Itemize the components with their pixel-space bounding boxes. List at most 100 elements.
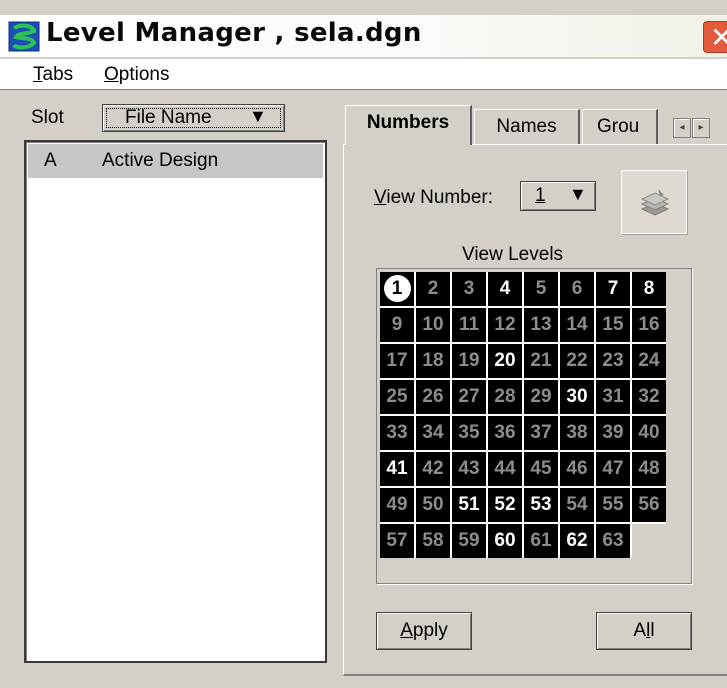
level-cell-22[interactable]: 22 [560, 344, 594, 378]
close-button[interactable]: ✕ [703, 21, 727, 54]
level-cell-60[interactable]: 60 [488, 524, 522, 558]
level-cell-47[interactable]: 47 [596, 452, 630, 486]
level-cell-40[interactable]: 40 [632, 416, 666, 450]
view-number-mnemonic: V [374, 187, 387, 208]
level-cell-27[interactable]: 27 [452, 380, 486, 414]
level-cell-5[interactable]: 5 [524, 272, 558, 306]
tab-scroll-right-button[interactable]: ▸ [692, 118, 710, 138]
chevron-down-icon: ▼ [249, 106, 267, 126]
level-cell-8[interactable]: 8 [632, 272, 666, 306]
menu-tabs[interactable]: Tabs [33, 64, 73, 86]
view-levels-grid: 1 2 3 4 5 6 7 8 9 10 11 12 13 14 15 16 17 18 19 20 21 22 23 24 2… [380, 272, 666, 558]
view-number-label: View Number: [374, 187, 493, 209]
apply-label: pply [412, 620, 448, 641]
level-cell-26[interactable]: 26 [416, 380, 450, 414]
level-cell-62[interactable]: 62 [560, 524, 594, 558]
level-cell-3[interactable]: 3 [452, 272, 486, 306]
level-cell-28[interactable]: 28 [488, 380, 522, 414]
level-cell-59[interactable]: 59 [452, 524, 486, 558]
menu-bar: Tabs Options [0, 59, 727, 90]
level-cell-11[interactable]: 11 [452, 308, 486, 342]
level-cell-30[interactable]: 30 [560, 380, 594, 414]
level-cell-42[interactable]: 42 [416, 452, 450, 486]
level-cell-31[interactable]: 31 [596, 380, 630, 414]
level-cell-44[interactable]: 44 [488, 452, 522, 486]
window-title: Level Manager , sela.dgn [46, 18, 422, 48]
level-cell-25[interactable]: 25 [380, 380, 414, 414]
view-number-label-text: iew Number: [386, 187, 493, 208]
level-cell-39[interactable]: 39 [596, 416, 630, 450]
level-cell-24[interactable]: 24 [632, 344, 666, 378]
level-cell-38[interactable]: 38 [560, 416, 594, 450]
file-row-active-design[interactable]: A Active Design [28, 144, 323, 178]
level-cell-12[interactable]: 12 [488, 308, 522, 342]
tab-names[interactable]: Names [474, 109, 580, 144]
level-cell-21[interactable]: 21 [524, 344, 558, 378]
level-cell-55[interactable]: 55 [596, 488, 630, 522]
level-cell-43[interactable]: 43 [452, 452, 486, 486]
slot-column-label: Slot [31, 107, 64, 128]
menu-options-mnemonic: O [104, 64, 119, 85]
chevron-down-icon: ▼ [569, 184, 587, 204]
level-cell-19[interactable]: 19 [452, 344, 486, 378]
level-cell-48[interactable]: 48 [632, 452, 666, 486]
title-bar: Level Manager , sela.dgn ✕ [0, 15, 727, 57]
file-name-column-label: File Name [125, 107, 212, 128]
all-label-rest: l [650, 620, 655, 641]
level-cell-empty [632, 524, 666, 558]
level-cell-57[interactable]: 57 [380, 524, 414, 558]
tab-scroll-left-button[interactable]: ◂ [673, 118, 691, 138]
level-cell-32[interactable]: 32 [632, 380, 666, 414]
level-cell-20[interactable]: 20 [488, 344, 522, 378]
level-cell-51[interactable]: 51 [452, 488, 486, 522]
menu-options-label: ptions [118, 64, 170, 85]
layers-icon [640, 189, 670, 216]
tab-groups[interactable]: Grou [582, 109, 658, 144]
level-cell-53[interactable]: 53 [524, 488, 558, 522]
level-cell-46[interactable]: 46 [560, 452, 594, 486]
level-cell-14[interactable]: 14 [560, 308, 594, 342]
level-cell-1[interactable]: 1 [380, 272, 414, 306]
level-display-button[interactable] [621, 170, 687, 234]
level-cell-52[interactable]: 52 [488, 488, 522, 522]
file-list[interactable]: A Active Design [24, 140, 327, 663]
apply-button[interactable]: Apply [376, 612, 472, 650]
level-cell-4[interactable]: 4 [488, 272, 522, 306]
level-cell-36[interactable]: 36 [488, 416, 522, 450]
level-cell-54[interactable]: 54 [560, 488, 594, 522]
level-cell-6[interactable]: 6 [560, 272, 594, 306]
level-cell-10[interactable]: 10 [416, 308, 450, 342]
level-cell-37[interactable]: 37 [524, 416, 558, 450]
level-cell-29[interactable]: 29 [524, 380, 558, 414]
level-cell-15[interactable]: 15 [596, 308, 630, 342]
level-cell-58[interactable]: 58 [416, 524, 450, 558]
level-cell-33[interactable]: 33 [380, 416, 414, 450]
level-cell-45[interactable]: 45 [524, 452, 558, 486]
file-name: Active Design [102, 150, 219, 171]
view-levels-label: View Levels [462, 244, 564, 265]
level-cell-13[interactable]: 13 [524, 308, 558, 342]
level-cell-41[interactable]: 41 [380, 452, 414, 486]
file-name-column-select[interactable]: File Name ▼ [102, 104, 285, 132]
menu-options[interactable]: Options [104, 64, 169, 86]
view-number-select[interactable]: 1 ▼ [520, 181, 596, 211]
level-cell-23[interactable]: 23 [596, 344, 630, 378]
apply-mnemonic: A [400, 620, 413, 641]
menu-tabs-label: abs [42, 64, 74, 85]
level-cell-50[interactable]: 50 [416, 488, 450, 522]
level-cell-18[interactable]: 18 [416, 344, 450, 378]
level-cell-9[interactable]: 9 [380, 308, 414, 342]
level-cell-2[interactable]: 2 [416, 272, 450, 306]
level-cell-56[interactable]: 56 [632, 488, 666, 522]
level-manager-icon [8, 21, 40, 52]
all-button[interactable]: All [596, 612, 692, 650]
level-cell-61[interactable]: 61 [524, 524, 558, 558]
level-cell-17[interactable]: 17 [380, 344, 414, 378]
level-cell-34[interactable]: 34 [416, 416, 450, 450]
level-cell-49[interactable]: 49 [380, 488, 414, 522]
level-cell-16[interactable]: 16 [632, 308, 666, 342]
tab-numbers[interactable]: Numbers [345, 105, 472, 145]
level-cell-63[interactable]: 63 [596, 524, 630, 558]
level-cell-7[interactable]: 7 [596, 272, 630, 306]
level-cell-35[interactable]: 35 [452, 416, 486, 450]
